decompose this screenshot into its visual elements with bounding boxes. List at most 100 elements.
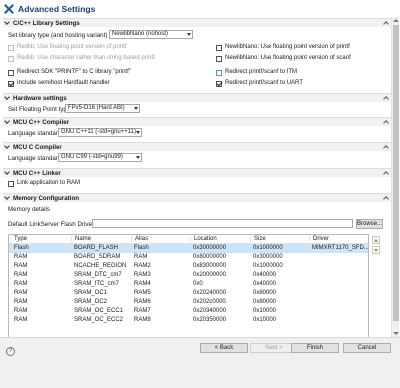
table-row[interactable]: RAM SRAM_OC1 RAM5 0x20240000 0x80000 [9, 289, 368, 298]
redirect-uart-label: Redirect printf/scanf to UART [225, 80, 303, 86]
table-row[interactable]: Flash BOARD_FLASH Flash 0x30000000 0x1000000… [9, 244, 368, 253]
window-title: Advanced Settings [18, 3, 96, 14]
column-header-name[interactable]: Name [71, 236, 91, 242]
library-type-select[interactable]: NewlibNano (nohost) [109, 30, 193, 39]
table-row[interactable]: RAM SRAM_OC_ECC2 RAM8 0x20350000 0x10000 [9, 316, 368, 325]
redlib-float-printf-checkbox[interactable] [8, 45, 14, 51]
floating-point-label: Set Floating Point type [8, 106, 71, 113]
chevron-down-icon [4, 20, 10, 26]
cancel-button[interactable]: Cancel [343, 343, 391, 353]
table-cell-location: 0x20240000 [193, 290, 227, 296]
table-cell-size: 0x40000 [253, 281, 277, 287]
scroll-up-icon[interactable] [393, 19, 399, 22]
redirect-itm-label: Redirect printf/scanf to ITM [225, 69, 298, 75]
c-language-standard-select[interactable]: GNU C99 (-std=gnu99) [58, 153, 142, 162]
table-cell-driver: MIMXRT1170_SFD... [312, 245, 369, 251]
section-title: C/C++ Library Settings [13, 19, 80, 27]
newlibnano-float-scanf-checkbox[interactable] [216, 56, 222, 62]
chevron-down-icon [4, 95, 10, 101]
table-cell-name: SRAM_OC_ECC1 [74, 308, 124, 314]
table-cell-name: SRAM_ITC_cm7 [74, 281, 120, 287]
floating-point-select[interactable]: FPv5-D16 (Hard ABI) [65, 104, 140, 113]
table-cell-size: 0x10000 [253, 317, 277, 323]
column-header-location[interactable]: Location [190, 236, 217, 242]
semihost-hardfault-label: Include semihost Hardfault handler [17, 80, 110, 86]
table-cell-alias: RAM7 [134, 308, 151, 314]
collapse-icon[interactable] [383, 20, 389, 26]
back-button[interactable]: < Back [200, 343, 248, 353]
table-cell-type: RAM [14, 317, 28, 323]
table-row[interactable]: RAM NCACHE_REGION RAM2 0x83000000 0x1000000 [9, 262, 368, 271]
table-cell-location: 0x80000000 [193, 254, 227, 260]
table-cell-location: 0x0 [193, 281, 203, 287]
vertical-scrollbar[interactable] [391, 17, 399, 337]
scroll-thumb[interactable] [393, 25, 399, 321]
table-cell-size: 0x10000 [253, 308, 277, 314]
semihost-hardfault-checkbox[interactable] [8, 81, 14, 87]
settings-scroll-area[interactable]: C/C++ Library Settings Set library type … [3, 17, 391, 337]
newlibnano-float-printf-checkbox[interactable] [216, 45, 222, 51]
move-down-icon[interactable] [372, 246, 380, 254]
table-cell-location: 0x83000000 [193, 263, 227, 269]
link-to-ram-checkbox[interactable] [8, 181, 14, 187]
table-cell-location: 0x30000000 [193, 245, 227, 251]
table-cell-type: RAM [14, 263, 28, 269]
column-header-type[interactable]: Type [14, 236, 27, 242]
flash-driver-input[interactable] [92, 219, 353, 228]
button-bar: ? < Back Next > Finish Cancel [0, 337, 400, 388]
flash-driver-label: Default LinkServer Flash Driver [8, 221, 94, 228]
link-to-ram-label: Link application to RAM [17, 180, 81, 186]
section-title: MCU C Compiler [13, 143, 62, 151]
redirect-sdk-printf-label: Redirect SDK "PRINTF" to C library "prin… [17, 69, 131, 75]
newlibnano-float-printf-label: NewlibNano: Use floating point version o… [225, 44, 350, 50]
chevron-down-icon [4, 119, 10, 125]
memory-details-label: Memory details [8, 206, 50, 213]
table-cell-size: 0x40000 [253, 272, 277, 278]
section-header-mcu-cpp-compiler[interactable]: MCU C++ Compiler [3, 117, 391, 126]
column-header-driver[interactable]: Driver [309, 236, 329, 242]
redlib-char-printf-label: Redlib: Use character rather than string… [17, 55, 155, 61]
redirect-uart-checkbox[interactable] [216, 81, 222, 87]
table-cell-alias: RAM3 [134, 272, 151, 278]
redlib-char-printf-checkbox[interactable] [8, 56, 14, 62]
collapse-icon[interactable] [383, 195, 389, 201]
table-cell-alias: RAM [134, 254, 148, 260]
table-row[interactable]: RAM SRAM_DTC_cm7 RAM3 0x20000000 0x40000 [9, 271, 368, 280]
section-header-hardware[interactable]: Hardware settings [3, 93, 391, 102]
table-row[interactable]: RAM SRAM_ITC_cm7 RAM4 0x0 0x40000 [9, 280, 368, 289]
table-cell-location: 0x202c0000 [193, 299, 226, 305]
table-cell-size: 0x1000000 [253, 263, 283, 269]
chevron-down-icon [4, 170, 10, 176]
cpp-language-standard-select[interactable]: GNU C++11 (-std=gnu++11) [58, 128, 142, 137]
table-cell-size: 0x1000000 [253, 245, 283, 251]
finish-button[interactable]: Finish [291, 343, 339, 353]
redirect-itm-checkbox[interactable] [216, 70, 222, 76]
redirect-sdk-printf-checkbox[interactable] [8, 70, 14, 76]
table-row[interactable]: RAM BOARD_SDRAM RAM 0x80000000 0x3000000 [9, 253, 368, 262]
table-cell-alias: RAM6 [134, 299, 151, 305]
move-up-icon[interactable] [372, 236, 380, 244]
table-cell-type: RAM [14, 272, 28, 278]
memory-table[interactable]: Type Name Alias Location Size Driver Fla… [8, 234, 369, 337]
section-header-c-library[interactable]: C/C++ Library Settings [3, 18, 391, 27]
table-row[interactable]: RAM SRAM_OC2 RAM6 0x202c0000 0x80000 [9, 298, 368, 307]
table-cell-alias: RAM2 [134, 263, 151, 269]
collapse-icon[interactable] [383, 170, 389, 176]
dropdown-arrow-icon [136, 131, 140, 134]
c-language-standard-label: Language standard [8, 155, 62, 162]
help-icon[interactable]: ? [6, 347, 15, 356]
browse-button[interactable]: Browse... [356, 219, 383, 229]
table-row[interactable]: RAM SRAM_OC_ECC1 RAM7 0x20340000 0x10000 [9, 307, 368, 316]
column-header-alias[interactable]: Alias [131, 236, 148, 242]
section-header-memory[interactable]: Memory Configuration [3, 193, 391, 202]
section-header-mcu-cpp-linker[interactable]: MCU C++ Linker [3, 168, 391, 177]
column-header-size[interactable]: Size [250, 236, 266, 242]
collapse-icon[interactable] [383, 144, 389, 150]
section-header-mcu-c-compiler[interactable]: MCU C Compiler [3, 142, 391, 151]
table-cell-name: SRAM_OC_ECC2 [74, 317, 124, 323]
collapse-icon[interactable] [383, 119, 389, 125]
collapse-icon[interactable] [383, 95, 389, 101]
app-logo-icon [4, 4, 14, 14]
table-cell-name: SRAM_OC1 [74, 290, 108, 296]
scroll-down-icon[interactable] [393, 332, 399, 335]
